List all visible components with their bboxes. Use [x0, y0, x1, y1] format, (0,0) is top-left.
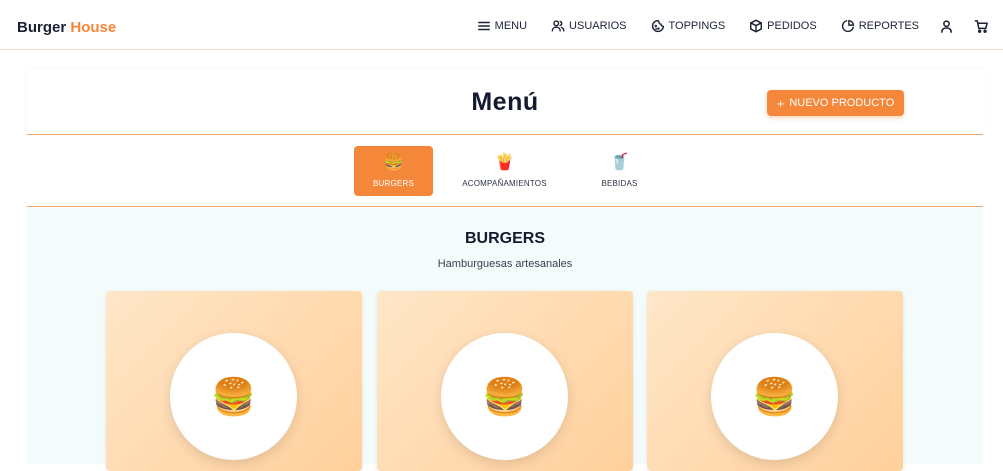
- nav-item-toppings[interactable]: TOPPINGS: [651, 17, 726, 35]
- menu-header: Menú + NUEVO PRODUCTO: [27, 70, 983, 135]
- product-card[interactable]: 🍔: [106, 291, 362, 471]
- burger-icon: 🍔: [211, 375, 256, 417]
- top-navbar: Burger House MENU USUARIOS TOPPINGS PEDI…: [0, 0, 1003, 50]
- new-product-label: NUEVO PRODUCTO: [789, 97, 895, 109]
- product-card[interactable]: 🍔: [647, 291, 903, 471]
- tab-burgers[interactable]: 🍔 BURGERS: [354, 146, 433, 196]
- package-icon: [750, 19, 763, 33]
- product-card[interactable]: 🍔: [377, 291, 633, 471]
- cart-icon: [974, 19, 988, 33]
- nav-item-pedidos[interactable]: PEDIDOS: [749, 17, 817, 35]
- new-product-button[interactable]: + NUEVO PRODUCTO: [767, 90, 904, 116]
- nav-item-label: PEDIDOS: [767, 20, 817, 32]
- nav-item-label: TOPPINGS: [668, 20, 726, 32]
- user-icon: [941, 19, 952, 33]
- tab-bebidas[interactable]: 🥤 BEBIDAS: [582, 146, 657, 196]
- users-icon: [551, 20, 565, 32]
- product-image: 🍔: [170, 333, 297, 460]
- fries-icon: 🍟: [494, 154, 515, 171]
- nav-item-usuarios[interactable]: USUARIOS: [551, 17, 627, 35]
- nav-item-label: USUARIOS: [569, 20, 627, 32]
- brand-logo[interactable]: Burger House: [17, 19, 116, 36]
- products-section: BURGERS Hamburguesas artesanales 🍔 🍔 🍔: [27, 208, 983, 471]
- nav-item-label: REPORTES: [858, 20, 919, 32]
- nav-item-label: MENU: [494, 20, 528, 32]
- burger-icon: 🍔: [482, 375, 527, 417]
- pie-chart-icon: [841, 19, 854, 33]
- user-profile-button[interactable]: [939, 19, 954, 34]
- drink-icon: 🥤: [609, 154, 630, 171]
- burger-icon: 🍔: [752, 375, 797, 417]
- product-image: 🍔: [711, 333, 838, 460]
- section-subtitle: Hamburguesas artesanales: [437, 258, 573, 270]
- section-title: BURGERS: [464, 230, 545, 247]
- product-image: 🍔: [441, 333, 568, 460]
- brand-accent: House: [70, 19, 117, 36]
- tab-label: ACOMPAÑAMIENTOS: [462, 179, 547, 188]
- tab-acompanamientos[interactable]: 🍟 ACOMPAÑAMIENTOS: [452, 146, 557, 196]
- cookie-icon: [651, 19, 664, 33]
- tab-label: BEBIDAS: [601, 179, 638, 188]
- tab-label: BURGERS: [373, 179, 414, 188]
- main-nav: MENU USUARIOS TOPPINGS PEDIDOS REPORTES: [453, 17, 989, 35]
- category-tabs: 🍔 BURGERS 🍟 ACOMPAÑAMIENTOS 🥤 BEBIDAS: [27, 140, 983, 207]
- burger-icon: 🍔: [383, 154, 404, 171]
- menu-icon: [477, 21, 490, 31]
- nav-item-menu[interactable]: MENU: [477, 17, 527, 35]
- cart-button[interactable]: [974, 19, 989, 34]
- plus-icon: +: [776, 95, 785, 111]
- brand-name: Burger: [17, 19, 67, 36]
- nav-item-reportes[interactable]: REPORTES: [841, 17, 919, 35]
